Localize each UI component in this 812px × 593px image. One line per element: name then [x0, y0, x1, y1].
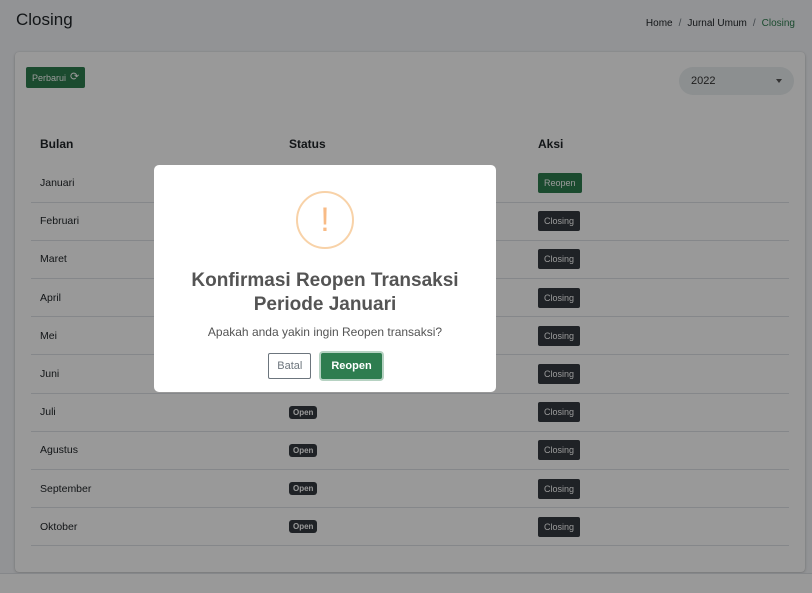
exclamation-icon: !: [296, 191, 354, 249]
cancel-button[interactable]: Batal: [268, 353, 312, 379]
modal-text: Apakah anda yakin ingin Reopen transaksi…: [207, 325, 443, 339]
modal-title-line1: Konfirmasi Reopen Transaksi: [191, 270, 459, 291]
modal-title: Konfirmasi Reopen Transaksi Periode Janu…: [164, 269, 486, 317]
confirm-reopen-button[interactable]: Reopen: [321, 353, 382, 379]
modal-actions: Batal Reopen: [154, 353, 496, 379]
confirm-modal: ! Konfirmasi Reopen Transaksi Periode Ja…: [154, 165, 496, 392]
modal-title-line2: Periode Januari: [253, 294, 397, 315]
